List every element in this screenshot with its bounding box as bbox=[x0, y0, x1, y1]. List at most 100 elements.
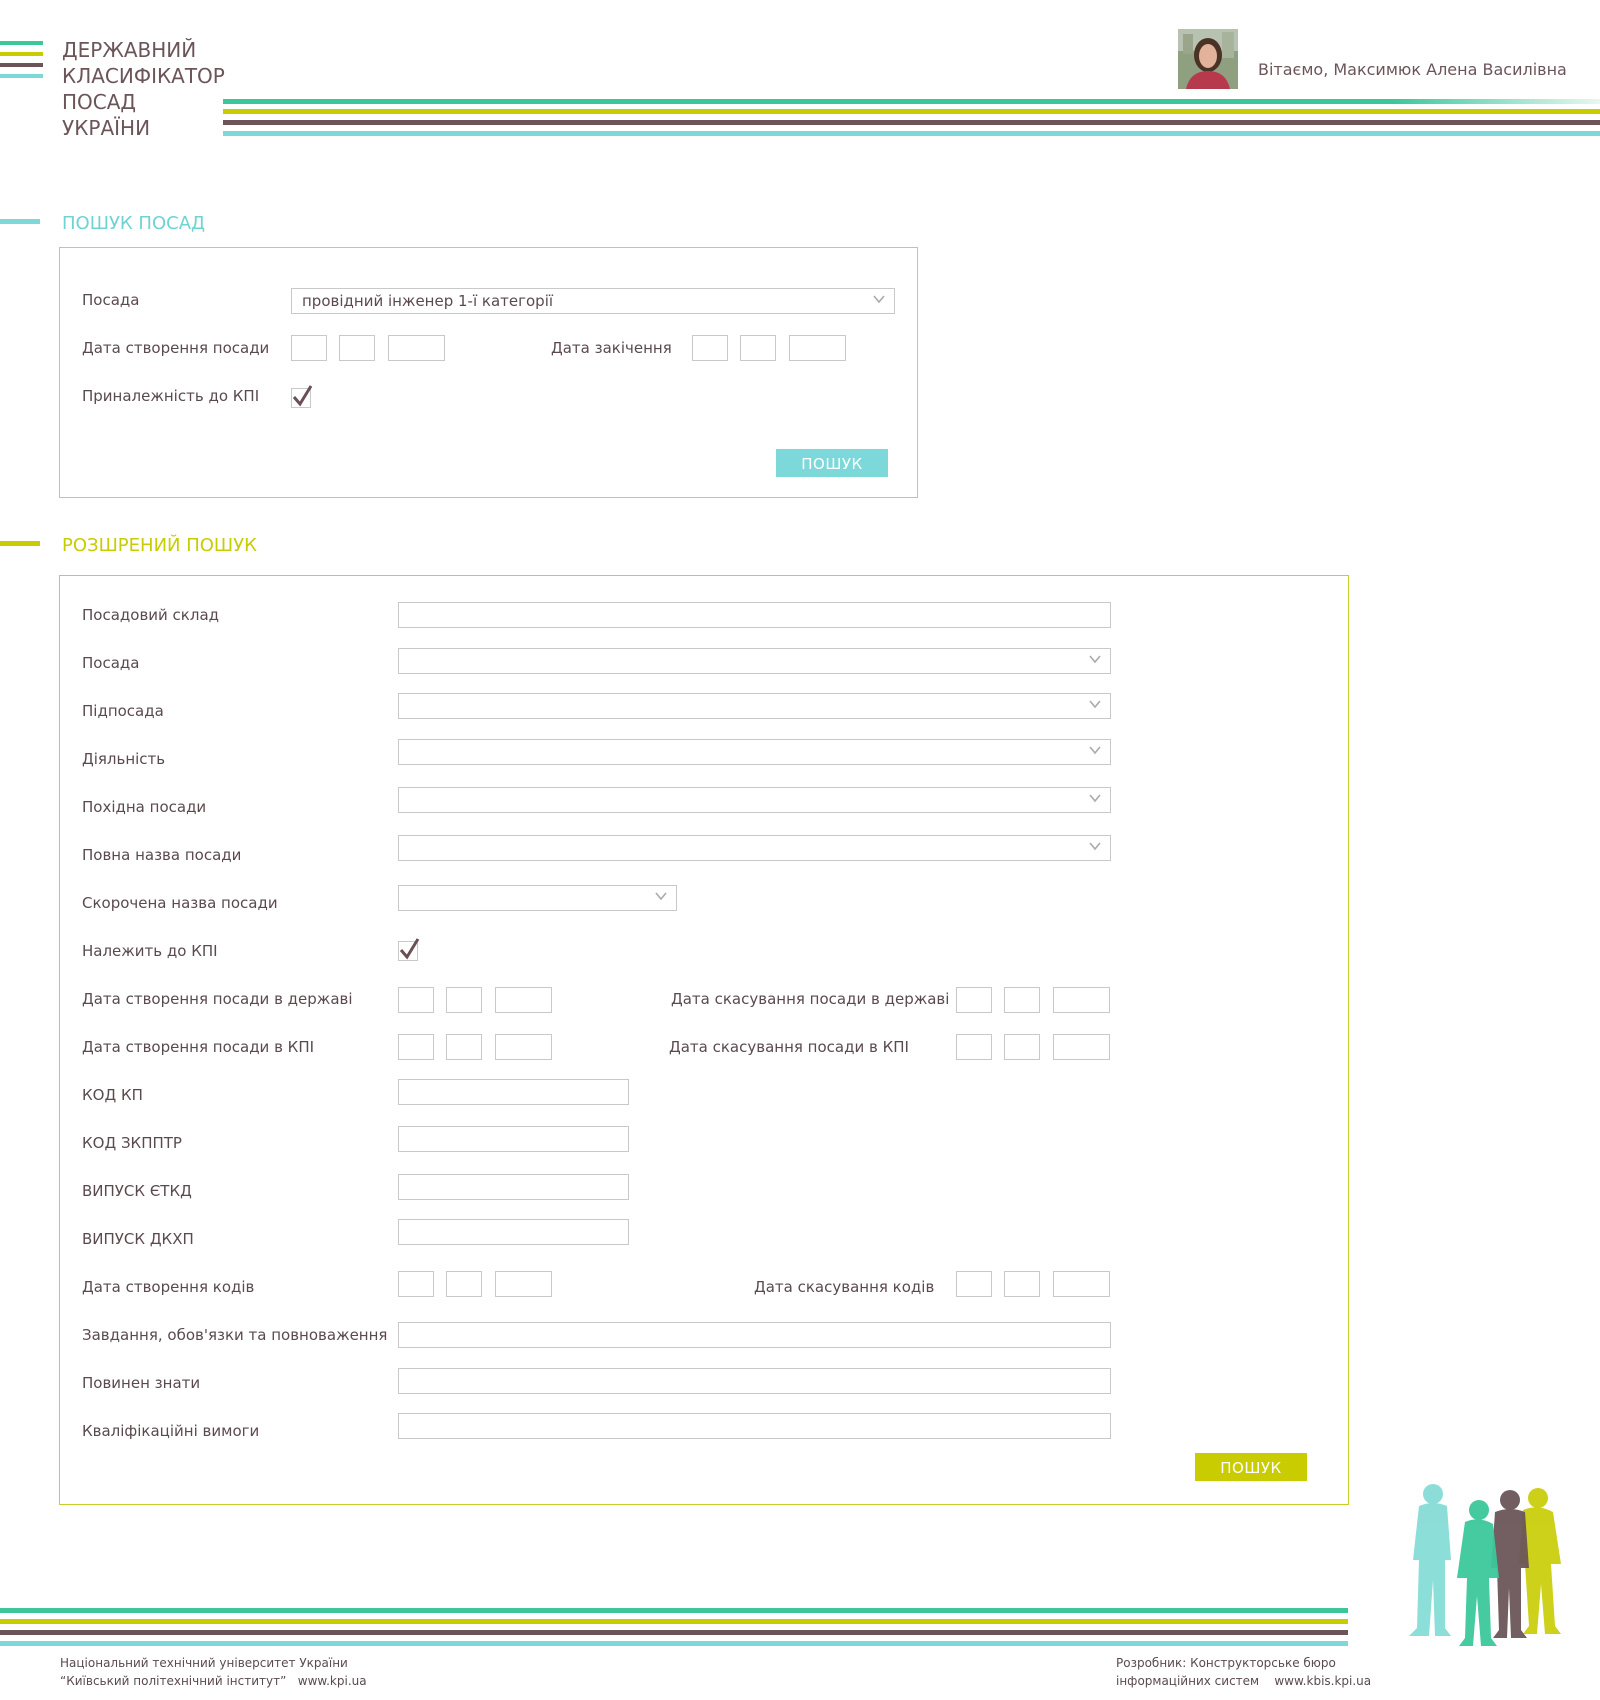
zkpptr-code-label: КОД ЗКППТР bbox=[82, 1134, 182, 1152]
codes-created-year[interactable] bbox=[495, 1271, 552, 1297]
ended-date-label: Дата закічення bbox=[551, 339, 672, 357]
section-marker bbox=[0, 219, 40, 224]
codes-created-label: Дата створення кодів bbox=[82, 1278, 255, 1296]
footer-stripe bbox=[0, 1641, 1348, 1646]
codes-created-month[interactable] bbox=[446, 1271, 482, 1297]
advanced-section-title: РОЗШРЕНИЙ ПОШУК bbox=[62, 535, 257, 556]
state-cancel-month[interactable] bbox=[1004, 987, 1040, 1013]
footer-stripe bbox=[0, 1630, 1348, 1635]
avatar-photo-icon bbox=[1178, 29, 1238, 89]
chevron-down-icon bbox=[655, 892, 667, 901]
advanced-search-button[interactable]: ПОШУК bbox=[1195, 1453, 1307, 1481]
activity-label: Діяльність bbox=[82, 750, 166, 768]
state-created-year[interactable] bbox=[495, 987, 552, 1013]
duties-input[interactable] bbox=[398, 1322, 1111, 1348]
etkd-label: ВИПУСК ЄТКД bbox=[82, 1182, 192, 1200]
footer-university-line2[interactable]: “Київський політехнічний інститут” www.k… bbox=[60, 1672, 367, 1690]
kpi-created-month[interactable] bbox=[446, 1034, 482, 1060]
footer-stripe bbox=[0, 1608, 1348, 1613]
subposition-select[interactable] bbox=[398, 693, 1111, 719]
check-icon bbox=[292, 385, 313, 407]
kpi-created-day[interactable] bbox=[398, 1034, 434, 1060]
header-stripe bbox=[223, 109, 1600, 114]
activity-select[interactable] bbox=[398, 739, 1111, 765]
kp-code-input[interactable] bbox=[398, 1079, 629, 1105]
state-cancel-label: Дата скасування посади в державі bbox=[671, 990, 950, 1008]
chevron-down-icon bbox=[1089, 794, 1101, 803]
search-button[interactable]: ПОШУК bbox=[776, 449, 888, 477]
created-day-input[interactable] bbox=[291, 335, 327, 361]
staff-label: Посадовий склад bbox=[82, 606, 220, 624]
position-label: Посада bbox=[82, 291, 140, 309]
chevron-down-icon bbox=[1089, 655, 1101, 664]
avatar[interactable] bbox=[1178, 29, 1238, 89]
section-marker bbox=[0, 541, 40, 546]
position-select[interactable]: провідний інженер 1-ї категорії bbox=[291, 288, 895, 314]
footer-developer: Розробник: Конструкторське бюро інформац… bbox=[1116, 1654, 1371, 1690]
adv-position-select[interactable] bbox=[398, 648, 1111, 674]
people-silhouette-icon bbox=[1409, 1484, 1561, 1646]
logo-line: ПОСАД bbox=[62, 90, 137, 114]
header-stripe bbox=[223, 120, 1600, 125]
footer-developer-line2[interactable]: інформаційних систем www.kbis.kpi.ua bbox=[1116, 1672, 1371, 1690]
etkd-input[interactable] bbox=[398, 1174, 629, 1200]
adv-kpi-checkbox[interactable] bbox=[398, 938, 420, 961]
kpi-cancel-day[interactable] bbox=[956, 1034, 992, 1060]
codes-cancel-year[interactable] bbox=[1053, 1271, 1110, 1297]
adv-position-label: Посада bbox=[82, 654, 140, 672]
position-select-value: провідний інженер 1-ї категорії bbox=[302, 292, 554, 310]
kpi-created-label: Дата створення посади в КПІ bbox=[82, 1038, 315, 1056]
created-month-input[interactable] bbox=[339, 335, 375, 361]
logo-line: УКРАЇНИ bbox=[62, 116, 151, 140]
chevron-down-icon bbox=[873, 295, 885, 304]
state-created-day[interactable] bbox=[398, 987, 434, 1013]
logo-title[interactable]: ДЕРЖАВНИЙ КЛАСИФІКАТОР ПОСАД УКРАЇНИ bbox=[62, 37, 225, 141]
zkpptr-code-input[interactable] bbox=[398, 1126, 629, 1152]
state-created-label: Дата створення посади в державі bbox=[82, 990, 353, 1008]
created-year-input[interactable] bbox=[388, 335, 445, 361]
codes-cancel-month[interactable] bbox=[1004, 1271, 1040, 1297]
user-greeting: Вітаємо, Максимюк Алена Василівна bbox=[1258, 60, 1567, 79]
logo-stripe bbox=[0, 63, 43, 67]
kp-code-label: КОД КП bbox=[82, 1086, 143, 1104]
advanced-panel: Посадовий склад Посада Підпосада Діяльні… bbox=[59, 575, 1349, 1505]
derived-select[interactable] bbox=[398, 787, 1111, 813]
codes-cancel-label: Дата скасування кодів bbox=[754, 1278, 935, 1296]
header-stripe bbox=[223, 99, 1600, 104]
state-created-month[interactable] bbox=[446, 987, 482, 1013]
derived-label: Похідна посади bbox=[82, 798, 207, 816]
search-section-title: ПОШУК ПОСАД bbox=[62, 213, 206, 234]
staff-input[interactable] bbox=[398, 602, 1111, 628]
ended-day-input[interactable] bbox=[692, 335, 728, 361]
search-panel: Посада провідний інженер 1-ї категорії Д… bbox=[59, 247, 918, 498]
chevron-down-icon bbox=[1089, 842, 1101, 851]
codes-cancel-day[interactable] bbox=[956, 1271, 992, 1297]
codes-created-day[interactable] bbox=[398, 1271, 434, 1297]
dkhp-label: ВИПУСК ДКХП bbox=[82, 1230, 194, 1248]
must-know-input[interactable] bbox=[398, 1368, 1111, 1394]
logo-stripe bbox=[0, 52, 43, 56]
state-cancel-day[interactable] bbox=[956, 987, 992, 1013]
full-name-label: Повна назва посади bbox=[82, 846, 242, 864]
check-icon bbox=[399, 938, 420, 960]
footer-stripe bbox=[0, 1619, 1348, 1624]
created-date-label: Дата створення посади bbox=[82, 339, 270, 357]
kpi-cancel-year[interactable] bbox=[1053, 1034, 1110, 1060]
must-know-label: Повинен знати bbox=[82, 1374, 201, 1392]
logo-line: ДЕРЖАВНИЙ bbox=[62, 38, 197, 62]
full-name-select[interactable] bbox=[398, 835, 1111, 861]
kpi-checkbox[interactable] bbox=[291, 385, 313, 408]
short-name-select[interactable] bbox=[398, 885, 677, 911]
logo-line: КЛАСИФІКАТОР bbox=[62, 64, 225, 88]
ended-year-input[interactable] bbox=[789, 335, 846, 361]
qualification-input[interactable] bbox=[398, 1413, 1111, 1439]
dkhp-input[interactable] bbox=[398, 1219, 629, 1245]
logo-stripe bbox=[0, 74, 43, 78]
ended-month-input[interactable] bbox=[740, 335, 776, 361]
state-cancel-year[interactable] bbox=[1053, 987, 1110, 1013]
kpi-created-year[interactable] bbox=[495, 1034, 552, 1060]
kpi-cancel-label: Дата скасування посади в КПІ bbox=[669, 1038, 909, 1056]
duties-label: Завдання, обов'язки та повноваження bbox=[82, 1326, 388, 1344]
qualification-label: Кваліфікаційні вимоги bbox=[82, 1422, 260, 1440]
kpi-cancel-month[interactable] bbox=[1004, 1034, 1040, 1060]
